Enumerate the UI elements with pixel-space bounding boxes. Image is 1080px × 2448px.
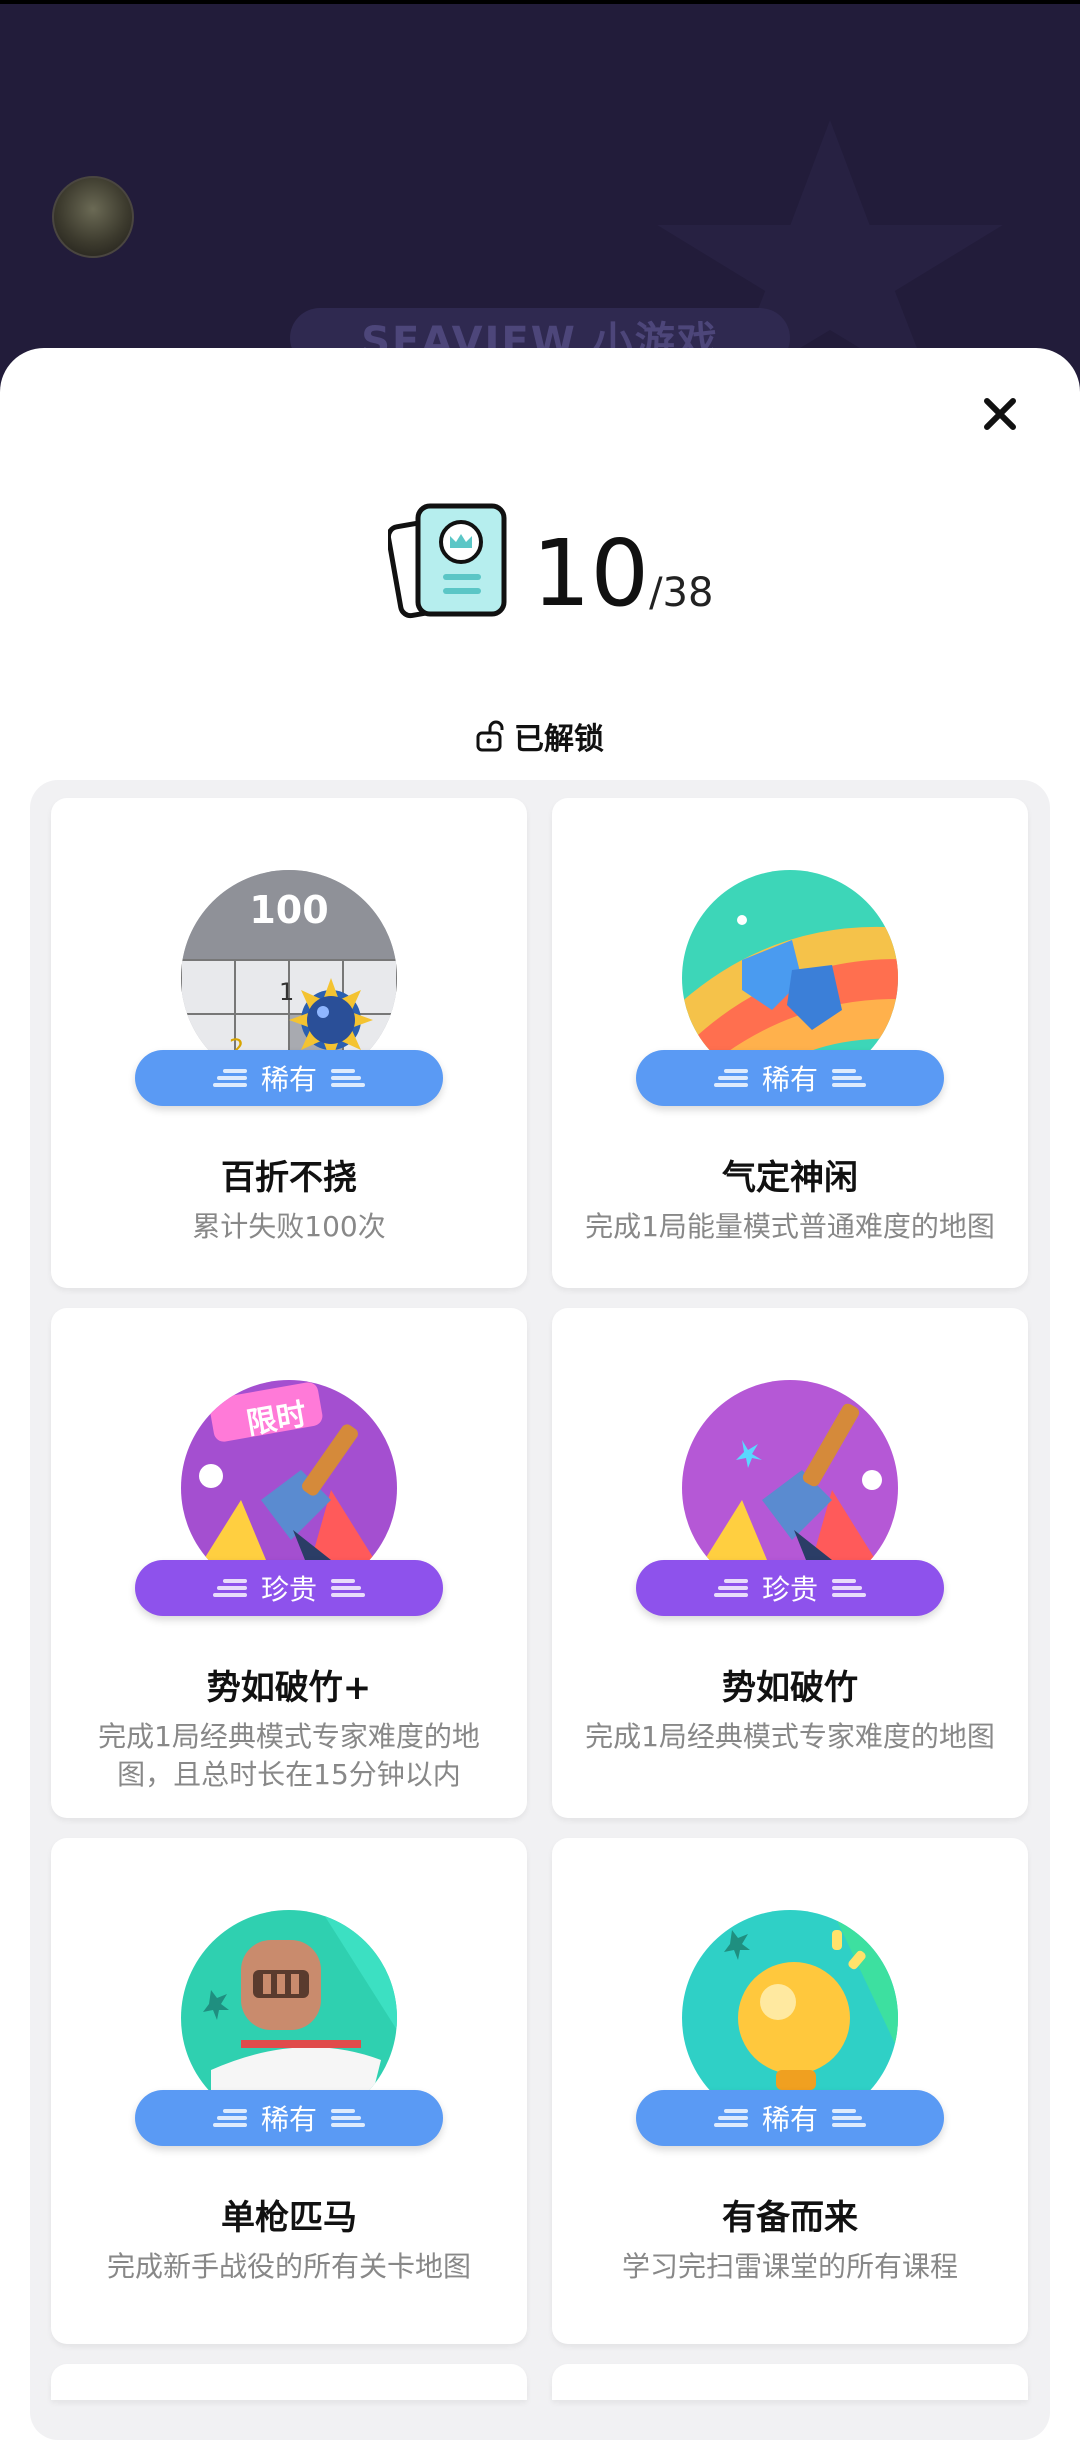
stripes-left-icon xyxy=(713,2109,748,2127)
stripes-left-icon xyxy=(212,2109,247,2127)
achievement-card[interactable] xyxy=(552,2364,1028,2400)
achievement-card[interactable]: 1 2 100 稀有 百折不挠 累计失败100次 xyxy=(51,798,527,1288)
achievement-title: 气定神闲 xyxy=(722,1158,858,1198)
stripes-right-icon xyxy=(331,1069,365,1087)
rarity-label: 珍贵 xyxy=(260,1573,317,1606)
rarity-label: 稀有 xyxy=(260,2103,317,2136)
achievement-card[interactable]: 稀有 有备而来 学习完扫雷课堂的所有课程 xyxy=(552,1838,1028,2344)
rarity-label: 珍贵 xyxy=(761,1573,818,1606)
svg-text:1: 1 xyxy=(279,978,294,1006)
stripes-right-icon xyxy=(331,2109,365,2127)
unlocked-count: 10 xyxy=(532,520,650,627)
achievement-desc: 完成1局能量模式普通难度的地图 xyxy=(585,1210,995,1243)
stripes-right-icon xyxy=(832,2109,866,2127)
stripes-right-icon xyxy=(331,1579,365,1597)
stripes-right-icon xyxy=(832,1069,866,1087)
achievement-desc: 累计失败100次 xyxy=(192,1210,386,1243)
stripes-left-icon xyxy=(713,1579,748,1597)
unlocked-section-header: 已解锁 xyxy=(0,714,1080,758)
close-button[interactable] xyxy=(976,390,1024,438)
avatar[interactable] xyxy=(52,176,134,258)
stripes-left-icon xyxy=(212,1069,247,1087)
rarity-pill: 珍贵 xyxy=(636,1560,944,1616)
achievement-desc: 完成新手战役的所有关卡地图 xyxy=(106,2250,471,2283)
achievement-card[interactable]: 稀有 单枪匹马 完成新手战役的所有关卡地图 xyxy=(51,1838,527,2344)
rarity-pill: 稀有 xyxy=(636,1050,944,1106)
achievement-desc: 完成1局经典模式专家难度的地图，且总时长在15分钟以内 xyxy=(98,1720,480,1791)
achievement-card[interactable] xyxy=(51,2364,527,2400)
achievement-desc: 学习完扫雷课堂的所有课程 xyxy=(621,2250,958,2283)
achievement-desc: 完成1局经典模式专家难度的地图 xyxy=(585,1720,995,1753)
unlocked-label: 已解锁 xyxy=(514,722,604,757)
achievement-title: 势如破竹+ xyxy=(206,1668,372,1708)
rarity-label: 稀有 xyxy=(761,2103,818,2136)
achievement-title: 单枪匹马 xyxy=(221,2198,357,2238)
badge-number: 100 xyxy=(249,888,329,932)
rarity-pill: 稀有 xyxy=(135,1050,443,1106)
achievement-title: 有备而来 xyxy=(722,2198,858,2238)
close-icon xyxy=(984,398,1016,430)
rarity-pill: 稀有 xyxy=(135,2090,443,2146)
achievement-cards-icon xyxy=(388,503,507,619)
rarity-pill: 珍贵 xyxy=(135,1560,443,1616)
achievement-card[interactable]: 珍贵 势如破竹 完成1局经典模式专家难度的地图 xyxy=(552,1308,1028,1818)
total-count: /38 xyxy=(649,570,714,616)
stripes-right-icon xyxy=(832,1579,866,1597)
stripes-left-icon xyxy=(212,1579,247,1597)
stripes-left-icon xyxy=(713,1069,748,1087)
achievement-card[interactable]: 稀有 气定神闲 完成1局能量模式普通难度的地图 xyxy=(552,798,1028,1288)
rarity-label: 稀有 xyxy=(260,1063,317,1096)
unlock-icon xyxy=(476,720,504,752)
achievement-title: 百折不挠 xyxy=(221,1158,357,1198)
rarity-pill: 稀有 xyxy=(636,2090,944,2146)
rarity-label: 稀有 xyxy=(761,1063,818,1096)
achievement-counter: 10 /38 xyxy=(388,490,713,620)
achievement-title: 势如破竹 xyxy=(722,1668,858,1708)
top-divider xyxy=(0,0,1080,4)
achievement-card[interactable]: 限时 珍贵 势如破竹+ 完成1局经典模式专家难度的地图，且总时长在15分钟以内 xyxy=(51,1308,527,1818)
